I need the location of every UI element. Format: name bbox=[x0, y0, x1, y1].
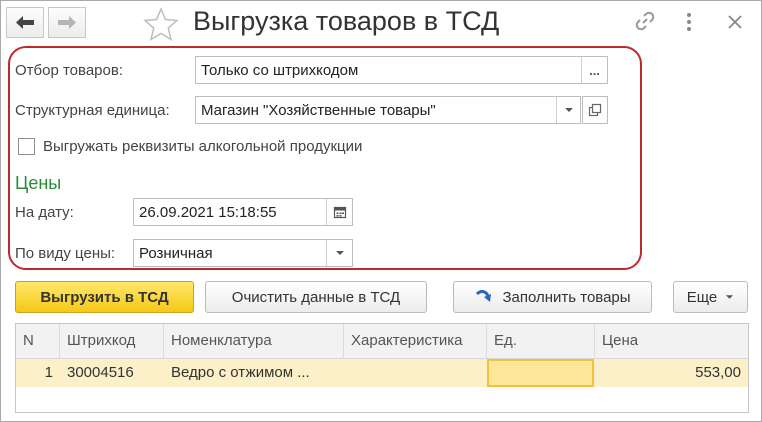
fill-arrow-icon bbox=[476, 290, 492, 302]
more-button[interactable]: Еще bbox=[673, 281, 748, 313]
star-icon bbox=[143, 7, 179, 42]
more-actions-button[interactable] bbox=[684, 11, 694, 36]
fill-button-label: Заполнить товары bbox=[502, 288, 631, 306]
unit-open-button[interactable] bbox=[582, 96, 608, 124]
table-header: N Штрихкод Номенклатура Характеристика Е… bbox=[16, 324, 748, 359]
column-header-n[interactable]: N bbox=[16, 324, 60, 358]
filter-field[interactable]: Только со штрихкодом ... bbox=[195, 56, 608, 84]
link-icon bbox=[635, 11, 655, 31]
goods-table[interactable]: N Штрихкод Номенклатура Характеристика Е… bbox=[15, 323, 749, 413]
arrow-right-icon bbox=[58, 16, 76, 29]
filter-value: Только со штрихкодом bbox=[201, 62, 359, 79]
cell-characteristic[interactable] bbox=[344, 359, 487, 387]
more-vertical-icon bbox=[687, 13, 691, 31]
close-button[interactable] bbox=[726, 13, 744, 34]
column-header-unit[interactable]: Ед. bbox=[487, 324, 595, 358]
arrow-left-icon bbox=[16, 16, 34, 29]
chevron-down-icon bbox=[726, 295, 734, 299]
cell-n[interactable]: 1 bbox=[16, 359, 60, 387]
alcohol-checkbox[interactable] bbox=[18, 138, 35, 155]
unit-label: Структурная единица: bbox=[15, 102, 170, 119]
alcohol-label: Выгружать реквизиты алкогольной продукци… bbox=[43, 138, 363, 155]
table-row[interactable]: 1 30004516 Ведро с отжимом ... 553,00 bbox=[16, 359, 748, 387]
export-button[interactable]: Выгрузить в ТСД bbox=[15, 281, 194, 313]
column-header-price[interactable]: Цена bbox=[595, 324, 748, 358]
cell-barcode[interactable]: 30004516 bbox=[60, 359, 164, 387]
clear-button[interactable]: Очистить данные в ТСД bbox=[205, 281, 427, 313]
open-window-icon bbox=[588, 103, 602, 117]
favorite-button[interactable] bbox=[143, 7, 179, 42]
pricetype-label: По виду цены: bbox=[15, 245, 116, 262]
close-icon bbox=[728, 15, 742, 29]
fill-button[interactable]: Заполнить товары bbox=[453, 281, 652, 313]
chevron-down-icon bbox=[335, 251, 344, 255]
unit-value: Магазин "Хозяйственные товары" bbox=[201, 102, 436, 119]
column-header-barcode[interactable]: Штрихкод bbox=[60, 324, 164, 358]
date-field[interactable]: 26.09.2021 15:18:55 bbox=[133, 198, 353, 226]
page-title: Выгрузка товаров в ТСД bbox=[193, 6, 500, 36]
calendar-button[interactable] bbox=[326, 199, 352, 225]
pricetype-dropdown-button[interactable] bbox=[326, 240, 352, 266]
export-window: Выгрузка товаров в ТСД Отбор товаров: То… bbox=[0, 0, 762, 422]
filter-label: Отбор товаров: bbox=[15, 62, 123, 79]
more-button-label: Еще bbox=[686, 288, 718, 306]
chevron-down-icon bbox=[564, 108, 573, 112]
cell-item[interactable]: Ведро с отжимом ... bbox=[164, 359, 344, 387]
prices-section-title: Цены bbox=[15, 173, 62, 193]
calendar-icon bbox=[333, 206, 346, 219]
pricetype-value: Розничная bbox=[139, 245, 213, 262]
date-label: На дату: bbox=[15, 204, 74, 221]
back-button[interactable] bbox=[6, 7, 44, 38]
unit-field[interactable]: Магазин "Хозяйственные товары" bbox=[195, 96, 581, 124]
pricetype-field[interactable]: Розничная bbox=[133, 239, 353, 267]
unit-dropdown-button[interactable] bbox=[556, 97, 580, 123]
cell-unit[interactable] bbox=[487, 359, 594, 387]
column-header-item[interactable]: Номенклатура bbox=[164, 324, 344, 358]
date-value: 26.09.2021 15:18:55 bbox=[139, 204, 277, 221]
cell-price[interactable]: 553,00 bbox=[595, 359, 748, 387]
filter-select-button[interactable]: ... bbox=[581, 57, 607, 83]
column-header-characteristic[interactable]: Характеристика bbox=[344, 324, 487, 358]
forward-button[interactable] bbox=[48, 7, 86, 38]
link-button[interactable] bbox=[633, 9, 657, 36]
